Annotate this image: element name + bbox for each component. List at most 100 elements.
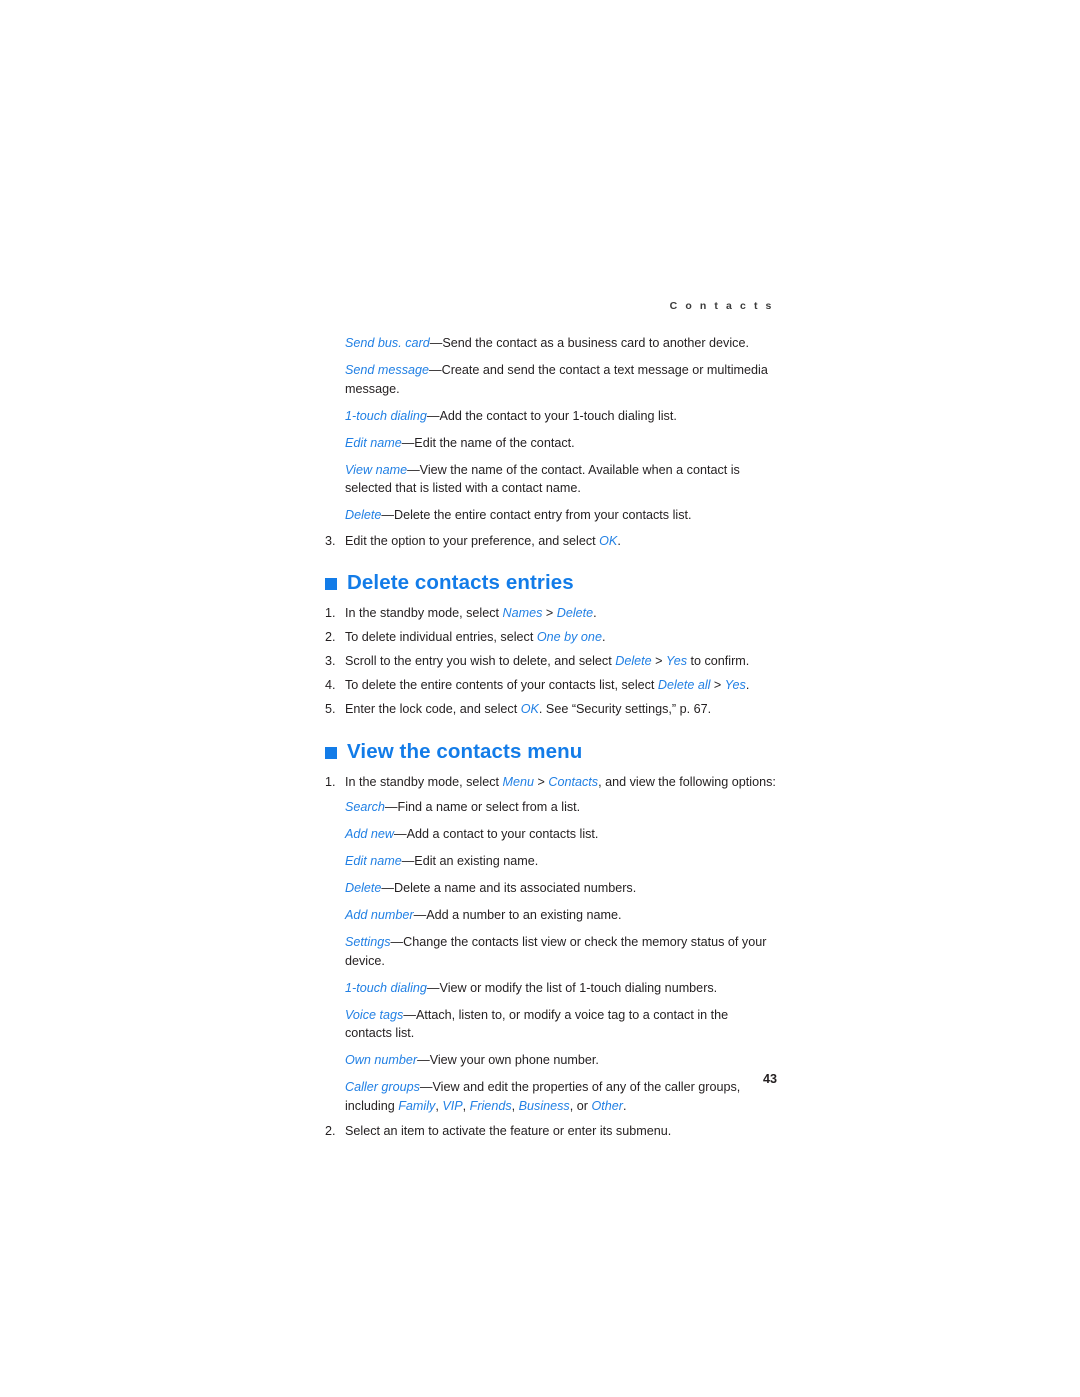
ui-term: Search [345, 800, 385, 814]
body-text: —Delete the entire contact entry from yo… [381, 508, 692, 522]
step-text: Select an item to activate the feature o… [345, 1122, 777, 1141]
step-text: Edit the option to your preference, and … [345, 532, 777, 551]
option-definition: Send message—Create and send the contact… [345, 361, 777, 398]
step-number: 1. [325, 774, 336, 789]
view-contacts-step-two: 2. Select an item to activate the feature… [325, 1122, 777, 1141]
list-item: 3. Scroll to the entry you wish to delete… [325, 652, 777, 671]
ui-term: Contacts [548, 774, 599, 789]
step-number: 1. [325, 606, 336, 620]
list-item: 3. Edit the option to your preference, a… [325, 532, 777, 551]
ui-term: Add new [345, 827, 395, 841]
step-text: To delete individual entries, select One… [345, 628, 777, 647]
step-number: 2. [325, 630, 336, 644]
list-item: 2. To delete individual entries, select O… [325, 628, 777, 647]
option-definition: Search—Find a name or select from a list… [345, 798, 777, 817]
ui-term: OK [599, 533, 618, 548]
body-text: —Edit the name of the contact. [401, 435, 575, 450]
step-number: 3. [325, 654, 336, 668]
page-content: C o n t a c t s Send bus. card—Send the … [325, 300, 777, 1146]
body-text: —Attach, listen to, or modify a voice ta… [345, 1007, 729, 1041]
step-text: Scroll to the entry you wish to delete, … [345, 652, 777, 671]
option-definition: Voice tags—Attach, listen to, or modify … [345, 1006, 777, 1043]
ui-term: Family [398, 1098, 436, 1113]
body-text: To delete the entire contents of your co… [345, 678, 658, 692]
option-definition: View name—View the name of the contact. … [345, 461, 777, 498]
ui-term: Send message [345, 363, 430, 377]
body-text: —Add the contact to your 1-touch dialing… [426, 408, 677, 423]
page-number: 43 [762, 1072, 777, 1086]
body-text: > [534, 774, 549, 789]
step-text: In the standby mode, select Menu > Conta… [345, 773, 777, 792]
step-number: 4. [325, 678, 336, 692]
body-text: —Change the contacts list view or check … [345, 935, 767, 968]
body-text: —Add a contact to your contacts list. [394, 827, 599, 841]
ui-term: Delete [345, 508, 382, 522]
section-heading-label: Delete contacts entries [347, 571, 574, 594]
step-number: 2. [325, 1124, 336, 1138]
ui-term: VIP [442, 1098, 463, 1113]
list-item: 1. In the standby mode, select Menu > Con… [325, 773, 777, 792]
ui-term: Yes [665, 654, 687, 668]
document-page: C o n t a c t s Send bus. card—Send the … [0, 0, 1080, 1397]
body-text: , and view the following options: [598, 774, 776, 789]
ui-term: One by one [536, 630, 602, 644]
body-text: , [511, 1098, 519, 1113]
option-definition: 1-touch dialing—View or modify the list … [345, 979, 777, 998]
body-text: —View or modify the list of 1-touch dial… [426, 980, 718, 995]
square-bullet-icon [325, 746, 337, 759]
body-text: > [651, 654, 666, 668]
body-text: . See “Security settings,” p. 67. [538, 702, 712, 716]
body-text: , [462, 1098, 470, 1113]
delete-contacts-steps: 1. In the standby mode, select Names > De… [325, 604, 777, 719]
ui-term: Yes [724, 678, 746, 692]
body-text: . [593, 606, 597, 620]
step-text-post: . [617, 533, 621, 548]
ui-term: OK [520, 702, 539, 716]
option-definition: Send bus. card—Send the contact as a bus… [345, 334, 777, 353]
view-contacts-step-one: 1. In the standby mode, select Menu > Con… [325, 773, 777, 792]
option-definition: Edit name—Edit the name of the contact. [345, 434, 777, 453]
ui-term: 1-touch dialing [345, 980, 427, 995]
section-heading-view-the-contacts-menu: View the contacts menu [325, 740, 777, 764]
body-text: . [622, 1098, 627, 1113]
body-text: Enter the lock code, and select [345, 702, 521, 716]
step-text: Enter the lock code, and select OK. See … [345, 700, 777, 719]
intro-options-list: Send bus. card—Send the contact as a bus… [325, 334, 777, 525]
body-text: , or [569, 1098, 592, 1113]
body-text: Scroll to the entry you wish to delete, … [345, 654, 616, 668]
body-text: > [542, 606, 557, 620]
option-definition: Own number—View your own phone number. [345, 1051, 777, 1070]
ui-term: Delete all [657, 678, 711, 692]
ui-term: Other [591, 1098, 623, 1113]
body-text: > [710, 678, 725, 692]
option-definition: 1-touch dialing—Add the contact to your … [345, 407, 777, 426]
ui-term: Delete [615, 654, 652, 668]
option-definition: Edit name—Edit an existing name. [345, 852, 777, 871]
ui-term: Delete [556, 606, 594, 620]
ui-term: 1-touch dialing [345, 408, 427, 423]
ui-term: Send bus. card [345, 336, 430, 350]
body-text: . [601, 630, 606, 644]
body-text: —Edit an existing name. [401, 854, 539, 868]
intro-steps: 3. Edit the option to your preference, a… [325, 532, 777, 551]
body-text: —Delete a name and its associated number… [381, 881, 637, 895]
option-definition: Settings—Change the contacts list view o… [345, 933, 777, 970]
step-text-pre: Edit the option to your preference, and … [345, 533, 600, 548]
body-text: . [745, 678, 750, 692]
option-definition: Add new—Add a contact to your contacts l… [345, 825, 777, 844]
section-heading-delete-contacts-entries: Delete contacts entries [325, 571, 777, 595]
option-definition: Delete—Delete the entire contact entry f… [345, 506, 777, 525]
body-text: —View your own phone number. [417, 1053, 599, 1067]
step-text: In the standby mode, select Names > Dele… [345, 604, 777, 623]
ui-term: Edit name [345, 854, 402, 868]
ui-term: Settings [345, 935, 391, 949]
step-number: 5. [325, 702, 336, 716]
option-definition: Add number—Add a number to an existing n… [345, 906, 777, 925]
body-text: To delete individual entries, select [345, 630, 537, 644]
ui-term: View name [345, 462, 408, 477]
ui-term: Menu [502, 774, 535, 789]
body-text: In the standby mode, select [345, 606, 503, 620]
ui-term: Delete [345, 881, 382, 895]
step-number: 3. [325, 533, 336, 548]
body-text: Select an item to activate the feature o… [345, 1124, 672, 1138]
